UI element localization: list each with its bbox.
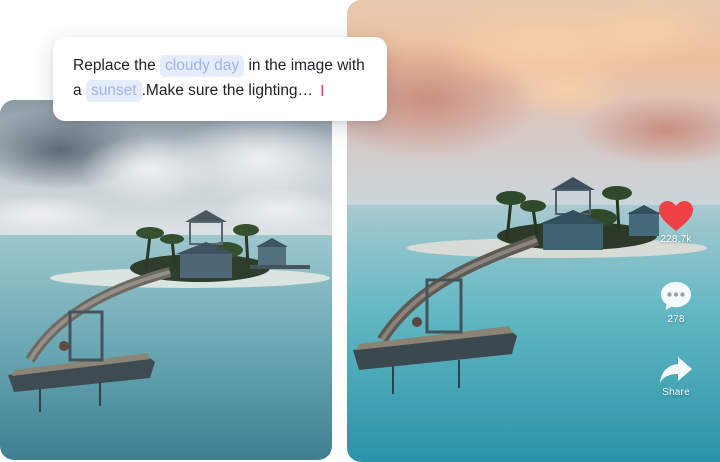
comment-bubble-icon: [661, 282, 691, 310]
before-image: [0, 100, 332, 460]
prompt-text-after: .Make sure the lighting…: [141, 82, 314, 99]
share-label: Share: [662, 387, 690, 398]
text-cursor-icon: I: [320, 82, 325, 100]
prompt-text-middle: in the image with: [248, 57, 365, 74]
share-button[interactable]: Share: [652, 355, 700, 398]
prompt-chip-sunset[interactable]: sunset: [85, 80, 142, 102]
prompt-chip-cloudy-day[interactable]: cloudy day: [160, 55, 245, 77]
comment-button[interactable]: 278: [652, 280, 700, 325]
prompt-bubble[interactable]: Replace the cloudy day in the image with…: [53, 37, 387, 121]
prompt-text-before: Replace the: [73, 57, 156, 74]
like-count: 228.7k: [660, 234, 692, 245]
cloudy-resort-photo: [0, 100, 332, 460]
share-arrow-icon: [660, 357, 692, 383]
heart-icon: [659, 201, 693, 231]
like-button[interactable]: 228.7k: [652, 200, 700, 245]
comment-count: 278: [667, 314, 685, 325]
prompt-text-a: a: [73, 82, 82, 99]
